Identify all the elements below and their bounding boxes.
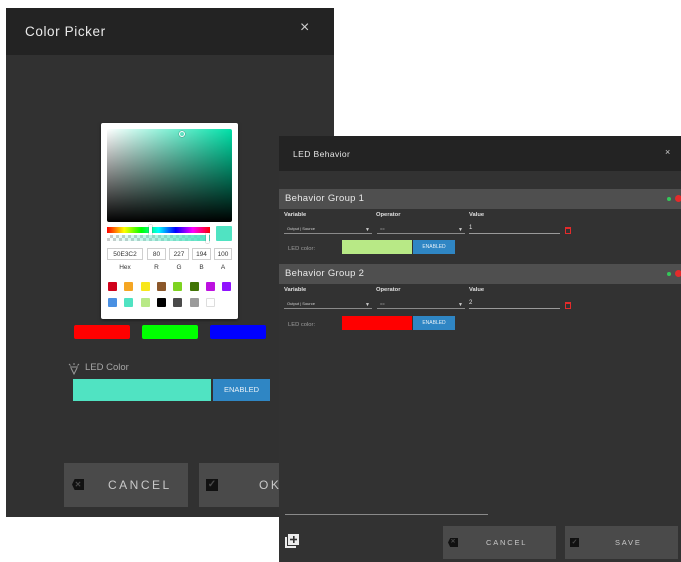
behavior-group-header: Behavior Group 2: [279, 264, 681, 284]
led-color-label: LED color:: [288, 322, 316, 328]
operator-label: Operator: [376, 287, 401, 293]
alpha-label: A: [220, 264, 226, 271]
dialog-title: Color Picker: [25, 24, 106, 39]
preset-swatch[interactable]: [205, 282, 215, 291]
dialog-header: LED Behavior ×: [279, 136, 681, 171]
blue-input[interactable]: 194: [192, 248, 211, 260]
enabled-button[interactable]: ENABLED: [213, 379, 270, 401]
dropdown-arrow-icon: ▼: [458, 302, 463, 308]
cancel-button[interactable]: ✕ CANCEL: [64, 463, 188, 507]
group-title: Behavior Group 2: [285, 268, 365, 279]
status-dot-red[interactable]: [675, 270, 681, 277]
variable-select-value: Output | Source: [287, 301, 315, 306]
hue-slider[interactable]: [107, 227, 210, 233]
checkbox-icon: ✓: [570, 538, 579, 547]
preset-swatch[interactable]: [189, 282, 199, 291]
save-button[interactable]: ✓ SAVE: [565, 526, 678, 559]
variable-select-value: Output | Source: [287, 226, 315, 231]
hex-label: Hex: [119, 264, 131, 271]
close-icon[interactable]: ×: [300, 20, 309, 36]
preset-swatch[interactable]: [173, 282, 183, 291]
variable-label: Variable: [284, 212, 307, 218]
value-label: Value: [469, 287, 485, 293]
preset-swatch[interactable]: [156, 298, 166, 307]
value-input[interactable]: 1: [469, 224, 560, 234]
divider: [285, 514, 488, 515]
led-behavior-dialog: LED Behavior × Behavior Group 1 Variable…: [279, 136, 681, 562]
red-input[interactable]: 80: [147, 248, 166, 260]
cancel-label: CANCEL: [108, 478, 172, 492]
red-label: R: [154, 264, 159, 271]
led-color-swatch[interactable]: [342, 240, 412, 254]
preset-swatch[interactable]: [124, 298, 134, 307]
led-color-swatch[interactable]: [342, 316, 412, 330]
alpha-slider-handle[interactable]: [206, 233, 209, 243]
ok-label: OK: [259, 478, 282, 492]
preset-swatch[interactable]: [156, 282, 166, 291]
green-label: G: [176, 264, 182, 271]
cancel-label: CANCEL: [486, 538, 528, 547]
green-input[interactable]: 227: [169, 248, 189, 260]
quick-color-bar[interactable]: [74, 325, 130, 339]
close-icon[interactable]: ×: [665, 147, 670, 157]
enabled-button[interactable]: ENABLED: [413, 316, 455, 330]
value-input[interactable]: 2: [469, 299, 560, 309]
hex-input[interactable]: 50E3C2: [107, 248, 143, 260]
status-dot-green: [667, 272, 671, 276]
led-color-label: LED Color: [85, 362, 129, 373]
dropdown-arrow-icon: ▼: [365, 227, 370, 233]
status-dot-red[interactable]: [675, 195, 681, 202]
preset-swatch[interactable]: [124, 282, 134, 291]
checkbox-icon: ✓: [206, 479, 218, 491]
color-picker-panel: 50E3C2 80 227 194 100 Hex R G B A: [101, 123, 238, 319]
preset-swatch[interactable]: [205, 298, 215, 307]
quick-color-bar[interactable]: [210, 325, 266, 339]
preset-swatch[interactable]: [222, 282, 232, 291]
dialog-header: Color Picker ×: [6, 8, 334, 55]
hue-slider-handle[interactable]: [149, 225, 152, 235]
backspace-icon: ✕: [448, 538, 458, 547]
save-label: SAVE: [615, 538, 642, 547]
alpha-input[interactable]: 100: [214, 248, 232, 260]
add-group-icon[interactable]: [285, 534, 299, 548]
preset-swatch[interactable]: [140, 298, 150, 307]
blue-label: B: [199, 264, 204, 271]
group-title: Behavior Group 1: [285, 193, 365, 204]
led-color-swatch[interactable]: [73, 379, 211, 401]
variable-select[interactable]: Output | Source ▼: [284, 300, 372, 309]
alpha-slider[interactable]: [107, 235, 210, 241]
dropdown-arrow-icon: ▼: [458, 227, 463, 233]
preset-swatch[interactable]: [140, 282, 150, 291]
operator-select[interactable]: == ▼: [377, 225, 465, 234]
status-dot-green: [667, 197, 671, 201]
preset-swatch[interactable]: [173, 298, 183, 307]
enabled-button[interactable]: ENABLED: [413, 240, 455, 254]
saturation-area[interactable]: [107, 129, 232, 222]
trash-icon[interactable]: [565, 302, 571, 309]
operator-label: Operator: [376, 212, 401, 218]
value-label: Value: [469, 212, 485, 218]
color-preview-swatch: [216, 226, 232, 241]
operator-select-value: ==: [380, 301, 385, 306]
saturation-handle[interactable]: [179, 131, 185, 137]
operator-select-value: ==: [380, 226, 385, 231]
preset-swatch[interactable]: [108, 282, 117, 291]
cancel-button[interactable]: ✕ CANCEL: [443, 526, 556, 559]
backspace-icon: ✕: [72, 479, 84, 490]
lightbulb-icon: [68, 362, 80, 376]
variable-select[interactable]: Output | Source ▼: [284, 225, 372, 234]
preset-swatch[interactable]: [189, 298, 199, 307]
dropdown-arrow-icon: ▼: [365, 302, 370, 308]
behavior-group-header: Behavior Group 1: [279, 189, 681, 209]
dialog-title: LED Behavior: [293, 149, 351, 159]
trash-icon[interactable]: [565, 227, 571, 234]
variable-label: Variable: [284, 287, 307, 293]
led-color-label: LED color:: [288, 246, 316, 252]
preset-swatch[interactable]: [108, 298, 117, 307]
quick-color-bar[interactable]: [142, 325, 198, 339]
operator-select[interactable]: == ▼: [377, 300, 465, 309]
